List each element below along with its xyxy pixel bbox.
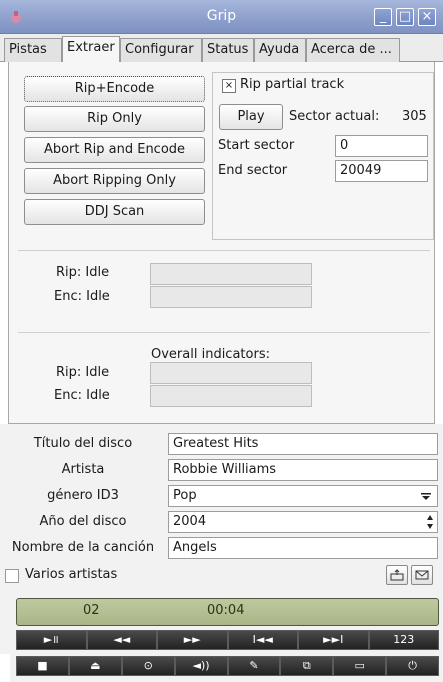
ano-value: 2004	[173, 514, 207, 529]
edit-icon[interactable]: ✎	[227, 656, 281, 676]
title-bar: Grip _ □ ×	[0, 0, 443, 34]
tab-bar: Pistas Extraer Configurar Status Ayuda A…	[0, 34, 443, 63]
genero-select[interactable]: Pop	[168, 485, 438, 507]
cd-icon[interactable]: ⊙	[121, 656, 175, 676]
ano-field[interactable]: 2004	[168, 511, 438, 533]
play-button[interactable]: Play	[219, 104, 283, 130]
titulo-label: Título del disco	[33, 436, 133, 451]
utility-controls: ■ ⏏ ⊙ ◄)) ✎ ⧉ ▭ ⏻	[16, 656, 439, 676]
enc-status-label: Enc: Idle	[54, 289, 110, 304]
tab-pistas[interactable]: Pistas	[4, 38, 62, 62]
varios-artistas-checkbox[interactable]	[5, 569, 19, 583]
genero-label: género ID3	[47, 488, 119, 503]
volume-icon[interactable]: ◄))	[174, 656, 228, 676]
tab-status[interactable]: Status	[202, 38, 254, 62]
rip-encode-button[interactable]: Rip+Encode	[24, 76, 205, 102]
artista-label: Artista	[61, 462, 105, 477]
rip-status-label: Rip: Idle	[56, 265, 110, 280]
export-icon[interactable]	[386, 565, 408, 585]
rip-progress-bar	[150, 263, 312, 285]
end-sector-label: End sector	[218, 163, 288, 178]
close-button[interactable]: ×	[418, 8, 436, 26]
track-number: 02	[83, 603, 100, 618]
ddj-scan-button[interactable]: DDJ Scan	[24, 199, 205, 225]
titulo-field[interactable]: Greatest Hits	[168, 433, 438, 455]
spinner-arrows-icon[interactable]	[426, 514, 434, 530]
track-time: 00:04	[207, 603, 245, 618]
artista-field[interactable]: Robbie Williams	[168, 459, 438, 481]
start-sector-field[interactable]: 0	[335, 135, 428, 157]
abort-rip-encode-button[interactable]: Abort Rip and Encode	[24, 137, 205, 163]
separator	[18, 250, 430, 251]
genero-value: Pop	[173, 488, 197, 503]
transport-controls: ►॥ ◄◄ ►► I◄◄ ►►I 123	[16, 630, 439, 650]
previous-track-button[interactable]: I◄◄	[227, 630, 298, 650]
fast-forward-button[interactable]: ►►	[157, 630, 228, 650]
overall-rip-bar	[150, 362, 312, 384]
overall-enc-bar	[150, 385, 312, 407]
tab-configurar[interactable]: Configurar	[120, 38, 202, 62]
eject-button[interactable]: ⏏	[68, 656, 122, 676]
cancion-field[interactable]: Angels	[168, 537, 438, 559]
tab-acerca-de[interactable]: Acerca de ...	[306, 38, 400, 62]
tab-ayuda[interactable]: Ayuda	[254, 38, 306, 62]
minimize-button[interactable]: _	[374, 8, 392, 26]
next-track-button[interactable]: ►►I	[298, 630, 369, 650]
dropdown-icon	[421, 493, 431, 500]
play-pause-button[interactable]: ►॥	[16, 630, 87, 650]
maximize-button[interactable]: □	[396, 8, 414, 26]
cancion-label: Nombre de la canción	[11, 540, 155, 555]
start-sector-label: Start sector	[218, 138, 295, 153]
partial-track-checkbox[interactable]: ×	[222, 79, 236, 93]
overall-indicators-label: Overall indicators:	[151, 347, 270, 362]
power-icon[interactable]: ⏻	[386, 656, 439, 676]
enc-progress-bar	[150, 286, 312, 308]
window-icon[interactable]: ▭	[333, 656, 387, 676]
separator	[18, 332, 430, 333]
varios-artistas-label: Varios artistas	[25, 567, 118, 582]
abort-ripping-button[interactable]: Abort Ripping Only	[24, 168, 205, 194]
stop-button[interactable]: ■	[16, 656, 69, 676]
overall-rip-label: Rip: Idle	[56, 365, 110, 380]
track-list-button[interactable]: 123	[368, 630, 439, 650]
sector-actual-value: 305	[402, 109, 427, 124]
ano-label: Año del disco	[39, 514, 127, 529]
player-display: 02 00:04	[16, 598, 439, 626]
mail-icon[interactable]	[411, 565, 433, 585]
network-icon[interactable]: ⧉	[280, 656, 334, 676]
rewind-button[interactable]: ◄◄	[86, 630, 157, 650]
overall-enc-label: Enc: Idle	[54, 388, 110, 403]
end-sector-field[interactable]: 20049	[335, 160, 428, 182]
sector-actual-label: Sector actual:	[289, 109, 380, 124]
partial-track-label: Rip partial track	[240, 77, 345, 92]
tab-extraer[interactable]: Extraer	[62, 36, 120, 63]
rip-only-button[interactable]: Rip Only	[24, 106, 205, 132]
